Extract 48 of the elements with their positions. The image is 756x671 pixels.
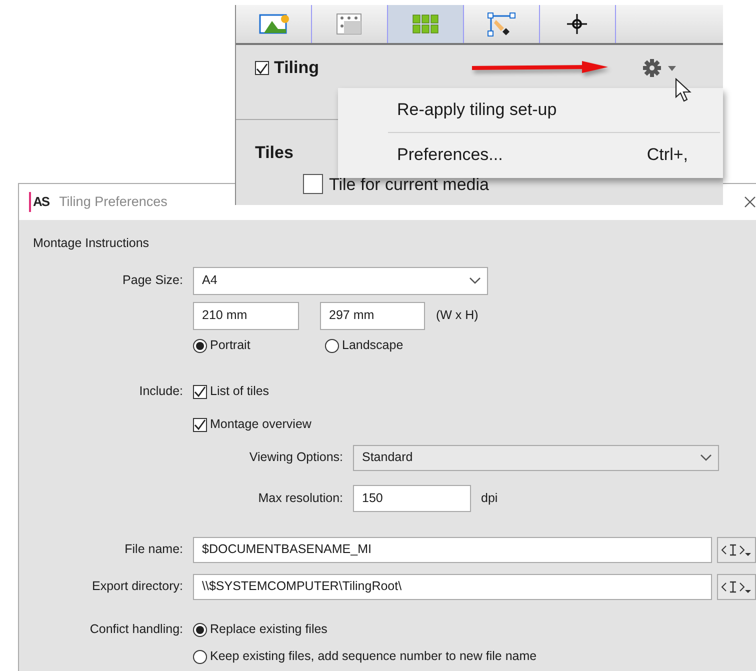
caret-icon[interactable] <box>668 66 676 70</box>
radio-button[interactable] <box>193 338 207 353</box>
checkbox[interactable] <box>193 418 207 432</box>
input-field[interactable]: 297 mm <box>320 302 425 330</box>
settings-icon[interactable] <box>643 59 662 77</box>
radio-button[interactable] <box>193 622 207 637</box>
radio-button[interactable] <box>193 650 207 664</box>
section-heading: Tiles <box>255 143 294 163</box>
shortcut-label: Ctrl+, <box>646 144 688 166</box>
variable-icon <box>720 580 752 594</box>
radio-label: Keep existing files, add sequence number to new file name <box>210 648 537 666</box>
field-label: Include: <box>138 383 184 400</box>
close-icon[interactable] <box>744 196 756 208</box>
page-size-dropdown[interactable]: A4 <box>193 266 488 295</box>
insert-variable-button[interactable] <box>716 536 756 563</box>
menu-item[interactable]: Re-apply tiling set-up <box>338 88 723 132</box>
field-label: Page Size: <box>122 272 184 290</box>
checkbox-label: Montage overview <box>210 416 312 434</box>
field-label: Max resolution: <box>257 490 344 507</box>
checkbox[interactable] <box>303 174 323 194</box>
section-heading: Montage Instructions <box>33 235 150 251</box>
checkbox-label: List of tiles <box>210 383 270 400</box>
input-field[interactable]: 150 <box>353 484 471 512</box>
radio-label: Portrait <box>210 337 250 354</box>
pen-tool-icon <box>486 11 517 37</box>
checkbox[interactable] <box>193 384 207 399</box>
chevron-down-icon <box>700 454 712 462</box>
field-label: Export directory: <box>90 578 184 596</box>
insert-variable-button[interactable] <box>716 574 756 600</box>
unit-label: dpi <box>481 490 498 507</box>
radio-label: Landscape <box>342 337 404 354</box>
menu-item-label: Preferences... <box>397 144 503 166</box>
input-field[interactable]: 210 mm <box>193 302 299 330</box>
panel-title: Tiling <box>274 57 320 80</box>
window-title: Tiling Preferences <box>59 192 168 211</box>
input-field[interactable]: $DOCUMENTBASENAME_MI <box>193 536 712 563</box>
dimension-hint: (W x H) <box>436 307 478 324</box>
field-label: Confict handling: <box>88 621 184 638</box>
field-label: File name: <box>124 541 184 558</box>
radio-label: Replace existing files <box>210 621 328 638</box>
chevron-down-icon <box>469 276 481 285</box>
app-logo: AS <box>29 192 52 212</box>
radio-button[interactable] <box>325 338 339 353</box>
input-field[interactable]: \\$SYSTEMCOMPUTER\TilingRoot\ <box>193 574 712 600</box>
field-label: Viewing Options: <box>248 449 344 466</box>
variable-icon <box>720 542 752 557</box>
checkbox[interactable] <box>255 61 269 75</box>
viewing-options-dropdown[interactable]: Standard <box>353 444 719 471</box>
